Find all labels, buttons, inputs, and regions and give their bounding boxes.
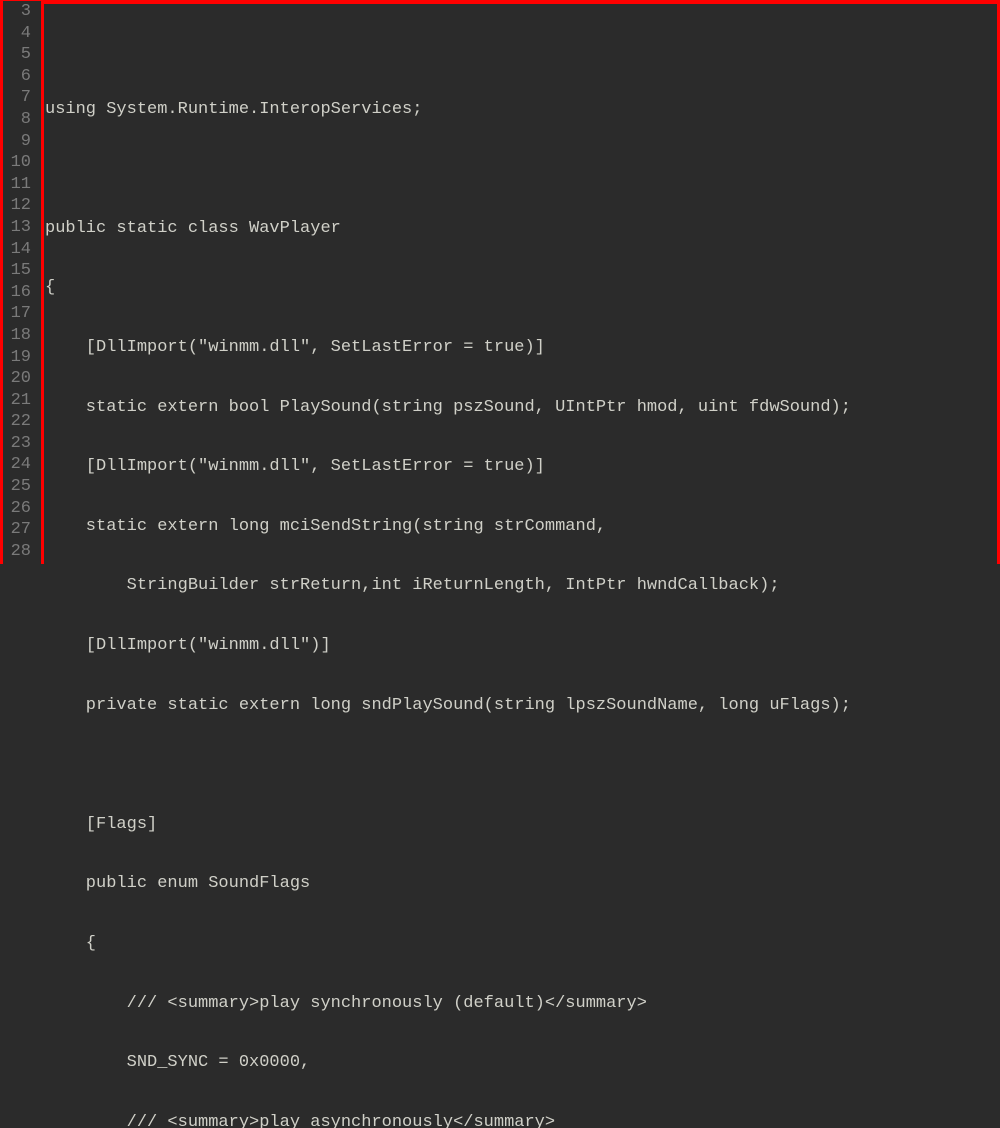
line-number: 25 (3, 476, 31, 498)
code-line[interactable]: static extern bool PlaySound(string pszS… (45, 397, 1000, 419)
line-number: 27 (3, 519, 31, 541)
code-line[interactable]: static extern long mciSendString(string … (45, 516, 1000, 538)
code-line[interactable]: public enum SoundFlags (45, 873, 1000, 895)
line-number: 14 (3, 239, 31, 261)
line-number: 11 (3, 174, 31, 196)
line-number: 18 (3, 325, 31, 347)
line-number: 23 (3, 433, 31, 455)
line-number: 10 (3, 152, 31, 174)
code-line[interactable] (45, 39, 1000, 61)
line-number-gutter: 3 4 5 6 7 8 9 10 11 12 13 14 15 16 17 18… (3, 1, 39, 564)
line-number: 6 (3, 66, 31, 88)
code-line[interactable]: StringBuilder strReturn,int iReturnLengt… (45, 575, 1000, 597)
code-editor[interactable]: 3 4 5 6 7 8 9 10 11 12 13 14 15 16 17 18… (0, 0, 1000, 564)
code-line[interactable]: using System.Runtime.InteropServices; (45, 99, 1000, 121)
code-line[interactable]: { (45, 933, 1000, 955)
code-line[interactable]: [DllImport("winmm.dll", SetLastError = t… (45, 456, 1000, 478)
code-line[interactable] (45, 754, 1000, 776)
line-number: 19 (3, 347, 31, 369)
code-area[interactable]: using System.Runtime.InteropServices; pu… (39, 1, 1000, 564)
line-number: 5 (3, 44, 31, 66)
code-line[interactable] (45, 158, 1000, 180)
code-line[interactable]: /// <summary>play asynchronously</summar… (45, 1112, 1000, 1128)
code-line[interactable]: [DllImport("winmm.dll")] (45, 635, 1000, 657)
line-number: 24 (3, 454, 31, 476)
code-line[interactable]: private static extern long sndPlaySound(… (45, 695, 1000, 717)
code-line[interactable]: { (45, 277, 1000, 299)
code-line[interactable]: [Flags] (45, 814, 1000, 836)
line-number: 17 (3, 303, 31, 325)
line-number: 7 (3, 87, 31, 109)
line-number: 26 (3, 498, 31, 520)
line-number: 8 (3, 109, 31, 131)
line-number: 13 (3, 217, 31, 239)
line-number: 22 (3, 411, 31, 433)
code-line[interactable]: [DllImport("winmm.dll", SetLastError = t… (45, 337, 1000, 359)
code-line[interactable]: /// <summary>play synchronously (default… (45, 993, 1000, 1015)
line-number: 15 (3, 260, 31, 282)
line-number: 20 (3, 368, 31, 390)
line-number: 16 (3, 282, 31, 304)
line-number: 12 (3, 195, 31, 217)
line-number: 28 (3, 541, 31, 563)
line-number: 4 (3, 23, 31, 45)
code-line[interactable]: public static class WavPlayer (45, 218, 1000, 240)
line-number: 3 (3, 1, 31, 23)
line-number: 21 (3, 390, 31, 412)
code-line[interactable]: SND_SYNC = 0x0000, (45, 1052, 1000, 1074)
line-number: 9 (3, 131, 31, 153)
